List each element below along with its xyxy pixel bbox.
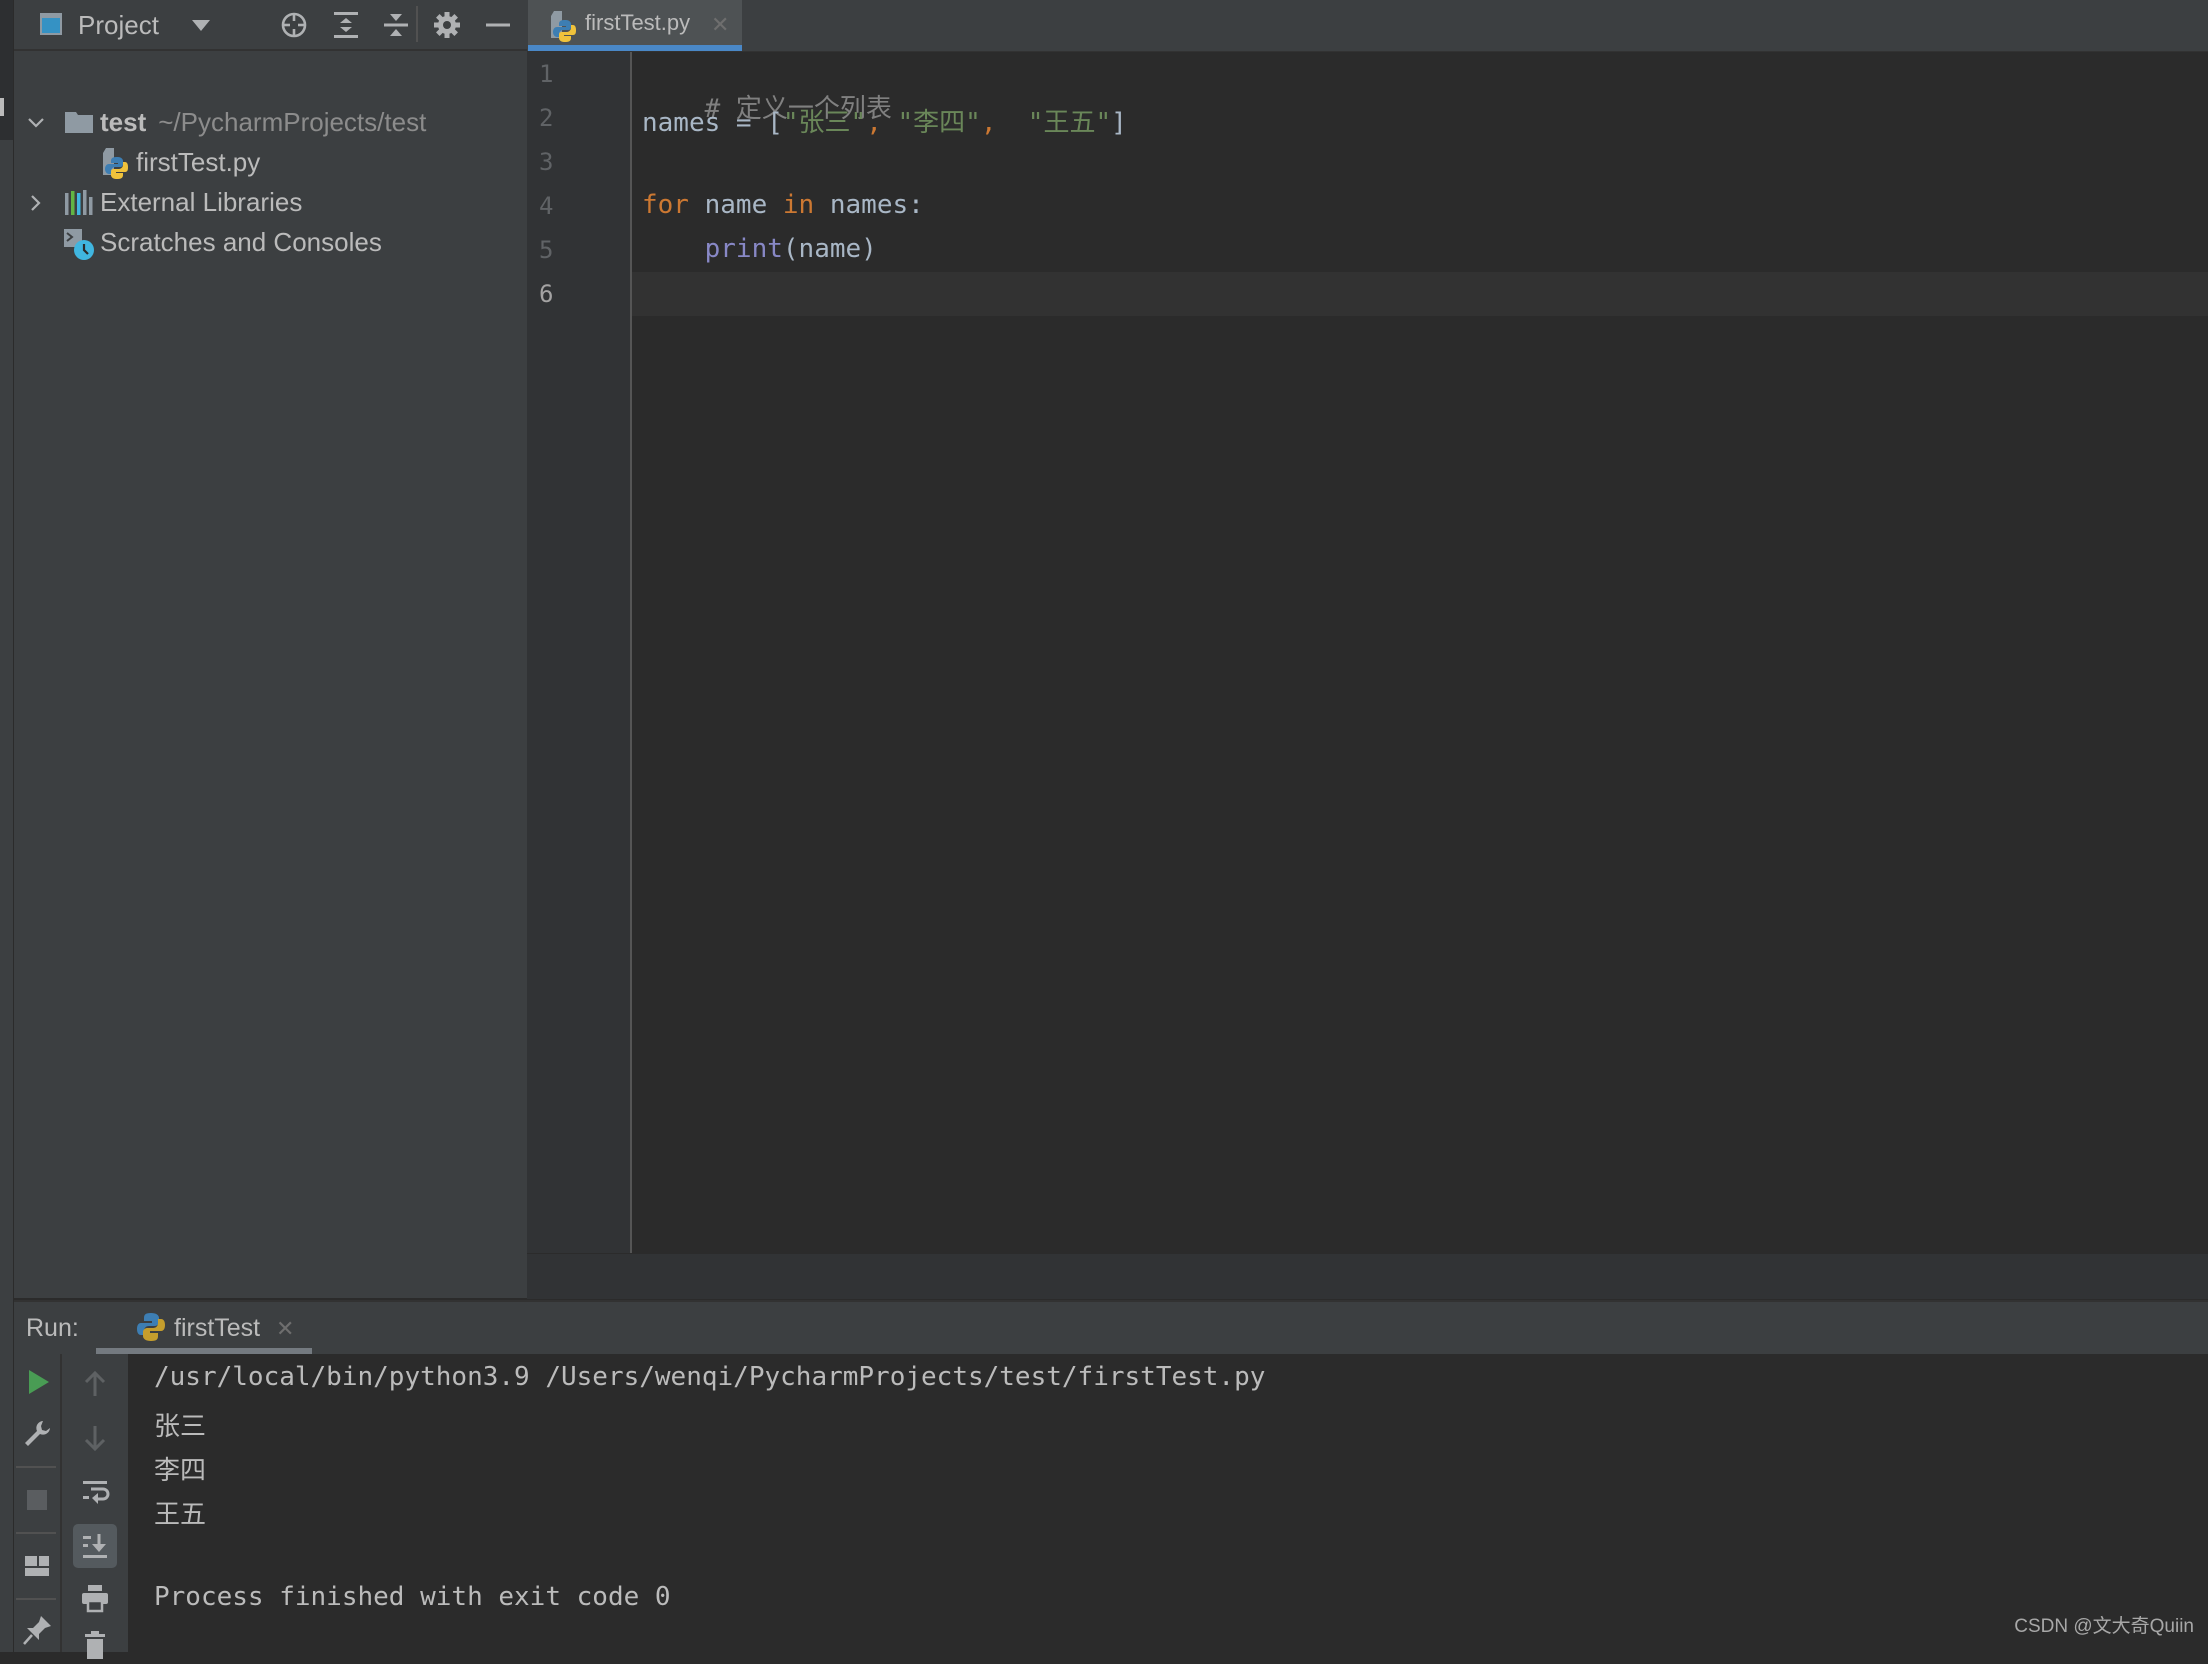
code-text: name xyxy=(688,190,783,220)
toolbar-separator xyxy=(16,1466,56,1468)
pin-icon[interactable] xyxy=(17,1610,57,1650)
console-line-command: /usr/local/bin/python3.9 /Users/wenqi/Py… xyxy=(154,1362,1266,1392)
wrench-icon[interactable] xyxy=(17,1414,57,1454)
project-view-title[interactable]: Project xyxy=(78,10,159,41)
code-text: names = [ xyxy=(642,108,783,138)
down-arrow-icon[interactable] xyxy=(75,1418,115,1458)
scroll-to-end-icon[interactable] xyxy=(73,1524,117,1568)
tree-item-path: ~/PycharmProjects/test xyxy=(158,107,427,137)
line-number-gutter: 1 2 3 4 5 6 xyxy=(527,52,632,1253)
project-panel: Project test ~/PycharmProjects/test firs… xyxy=(14,0,527,1298)
hide-icon[interactable] xyxy=(482,9,514,41)
toolbar-separator xyxy=(16,1598,56,1600)
code-text: names: xyxy=(814,190,924,220)
console-line-output: 李四 xyxy=(154,1456,207,1486)
chevron-down-icon[interactable] xyxy=(24,111,48,135)
console-line-output: 张三 xyxy=(154,1412,207,1442)
run-tab-label: firstTest xyxy=(174,1314,261,1342)
project-panel-header: Project xyxy=(14,0,527,51)
code-punct: , xyxy=(866,108,898,138)
code-builtin: print xyxy=(704,234,783,264)
code-string: "张三" xyxy=(782,108,867,138)
toolbar-separator xyxy=(16,1532,56,1534)
python-file-icon xyxy=(103,148,128,179)
code-string: "李四" xyxy=(897,108,981,138)
code-keyword: for xyxy=(642,190,689,220)
close-icon[interactable]: ✕ xyxy=(276,1316,294,1342)
console-line-output: 王五 xyxy=(154,1500,207,1530)
tree-item-label: firstTest.py xyxy=(136,147,261,177)
python-file-icon xyxy=(551,11,576,42)
layout-icon[interactable] xyxy=(17,1546,57,1586)
chevron-right-icon[interactable] xyxy=(24,191,48,215)
tree-item-firsttest-py[interactable]: firstTest.py xyxy=(14,143,527,183)
stripe-marker xyxy=(0,98,4,116)
trash-icon[interactable] xyxy=(75,1624,115,1664)
collapse-all-icon[interactable] xyxy=(380,9,412,41)
run-toolbar-secondary xyxy=(62,1354,130,1659)
stop-icon[interactable] xyxy=(17,1480,57,1520)
code-line-2: names = ["张三", "李四", "王五"] xyxy=(642,102,1127,139)
left-tool-stripe xyxy=(0,0,14,1652)
run-panel-header: Run: firstTest ✕ xyxy=(14,1300,2208,1354)
line-number-current: 6 xyxy=(539,280,554,308)
project-window-icon xyxy=(40,13,62,35)
scratches-icon xyxy=(64,229,94,260)
line-number: 2 xyxy=(539,104,554,132)
line-number: 4 xyxy=(539,192,554,220)
line-number: 5 xyxy=(539,236,554,264)
project-tool-window-button[interactable] xyxy=(0,0,13,140)
editor-breadcrumb-bar xyxy=(527,1253,2208,1299)
watermark: CSDN @文大奇Quiin xyxy=(2014,1616,2194,1637)
expand-all-icon[interactable] xyxy=(330,9,362,41)
editor-tab-bar: firstTest.py ✕ xyxy=(527,0,2208,52)
print-icon[interactable] xyxy=(75,1578,115,1618)
code-line-4: for name in names: xyxy=(642,190,924,220)
code-editor[interactable]: # 定义一个列表 names = ["张三", "李四", "王五"] for … xyxy=(632,52,2208,1253)
code-punct: , xyxy=(980,108,1028,138)
libraries-icon xyxy=(65,190,93,215)
current-line-highlight xyxy=(632,272,2208,316)
code-string: "王五" xyxy=(1027,108,1112,138)
python-icon xyxy=(137,1313,165,1341)
tree-item-test[interactable]: test ~/PycharmProjects/test xyxy=(14,103,527,143)
console-line-exit-status: Process finished with exit code 0 xyxy=(154,1582,671,1612)
tree-item-external-libraries[interactable]: External Libraries xyxy=(14,183,527,223)
line-number: 1 xyxy=(539,60,554,88)
gear-icon[interactable] xyxy=(431,9,463,41)
tree-item-scratches-and-consoles[interactable]: Scratches and Consoles xyxy=(14,223,527,263)
close-icon[interactable]: ✕ xyxy=(711,12,729,38)
run-icon[interactable] xyxy=(17,1362,57,1402)
tree-item-label: External Libraries xyxy=(100,187,303,217)
tree-item-label: Scratches and Consoles xyxy=(100,227,382,257)
code-text: ] xyxy=(1111,108,1127,138)
code-text: (name) xyxy=(782,234,877,264)
folder-icon xyxy=(65,112,93,133)
console-output[interactable]: /usr/local/bin/python3.9 /Users/wenqi/Py… xyxy=(130,1354,2208,1652)
chevron-down-icon[interactable] xyxy=(192,20,210,31)
tree-item-label: test xyxy=(100,107,147,137)
locate-file-icon[interactable] xyxy=(278,9,310,41)
tab-label: firstTest.py xyxy=(585,10,691,35)
tab-firsttest-py[interactable]: firstTest.py ✕ xyxy=(528,0,742,51)
code-keyword: in xyxy=(782,190,815,220)
toolbar-separator xyxy=(416,6,418,42)
line-number: 3 xyxy=(539,148,554,176)
soft-wrap-icon[interactable] xyxy=(75,1472,115,1512)
up-arrow-icon[interactable] xyxy=(75,1364,115,1404)
code-line-5: print(name) xyxy=(642,234,877,264)
run-panel-label: Run: xyxy=(26,1314,79,1342)
run-toolbar-primary xyxy=(14,1354,62,1652)
active-tab-indicator xyxy=(528,45,742,51)
run-tab-firsttest[interactable]: firstTest ✕ xyxy=(96,1302,312,1354)
